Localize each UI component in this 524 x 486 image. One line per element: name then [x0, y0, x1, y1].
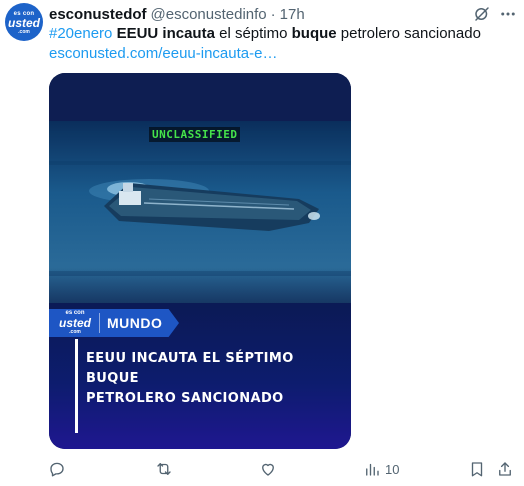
tweet-bold-1: EEUU incauta [116, 25, 215, 42]
section-tag: es con usted .com MUNDO [49, 309, 179, 337]
tweet-bold-2: buque [291, 25, 337, 42]
separator-dot: · [270, 5, 276, 23]
tweet-text: #20enero EEUU incauta el séptimo buque p… [49, 24, 509, 44]
more-options-button[interactable] [497, 3, 519, 25]
reply-icon [50, 462, 64, 477]
media-card[interactable]: UNCLASSIFIED es con usted .com MUNDO EEU… [49, 73, 351, 449]
avatar[interactable]: es con usted .com [5, 3, 43, 41]
headline-line2: PETROLERO SANCIONADO [86, 391, 284, 406]
bookmark-icon [471, 462, 483, 477]
avatar-text-line3: .com [18, 29, 30, 35]
views-button[interactable]: 10 [363, 458, 399, 480]
grok-button[interactable] [471, 3, 493, 25]
tweet-text-4: petrolero sancionado [336, 25, 481, 42]
more-icon [501, 12, 515, 16]
tweet[interactable]: es con usted .com esconustedof @esconust… [0, 0, 524, 486]
media-headline: EEUU INCAUTA EL SÉPTIMO BUQUE PETROLERO … [86, 349, 336, 409]
views-count: 10 [385, 461, 400, 477]
avatar-text-line2: usted [7, 16, 40, 30]
like-icon [262, 463, 274, 476]
article-link[interactable]: esconusted.com/eeuu-incauta-e… [49, 44, 277, 64]
grok-icon [475, 7, 489, 21]
headline-accent-bar [75, 339, 78, 433]
headline-line1: EEUU INCAUTA EL SÉPTIMO BUQUE [86, 351, 294, 386]
logo-line2: usted [58, 316, 91, 330]
hashtag-link[interactable]: #20enero [49, 25, 112, 42]
section-label: MUNDO [107, 315, 163, 331]
tweet-text-2: el séptimo [214, 25, 292, 42]
like-button[interactable] [259, 458, 277, 480]
action-bar: 10 [0, 458, 524, 480]
tag-divider [99, 313, 100, 333]
retweet-button[interactable] [155, 458, 173, 480]
display-name[interactable]: esconustedof [49, 6, 147, 23]
share-icon [499, 462, 511, 476]
bookmark-button[interactable] [468, 458, 486, 480]
unclassified-overlay: UNCLASSIFIED [149, 127, 241, 142]
user-handle[interactable]: @esconustedinfo [151, 6, 267, 23]
timestamp[interactable]: 17h [280, 6, 305, 23]
photo-top-band [49, 73, 351, 121]
share-button[interactable] [496, 458, 514, 480]
reply-button[interactable] [48, 458, 66, 480]
retweet-icon [157, 463, 171, 475]
brand-logo: es con usted .com [53, 310, 97, 335]
tweet-header: esconustedof @esconustedinfo · 17h [49, 4, 305, 24]
views-icon [366, 463, 379, 476]
